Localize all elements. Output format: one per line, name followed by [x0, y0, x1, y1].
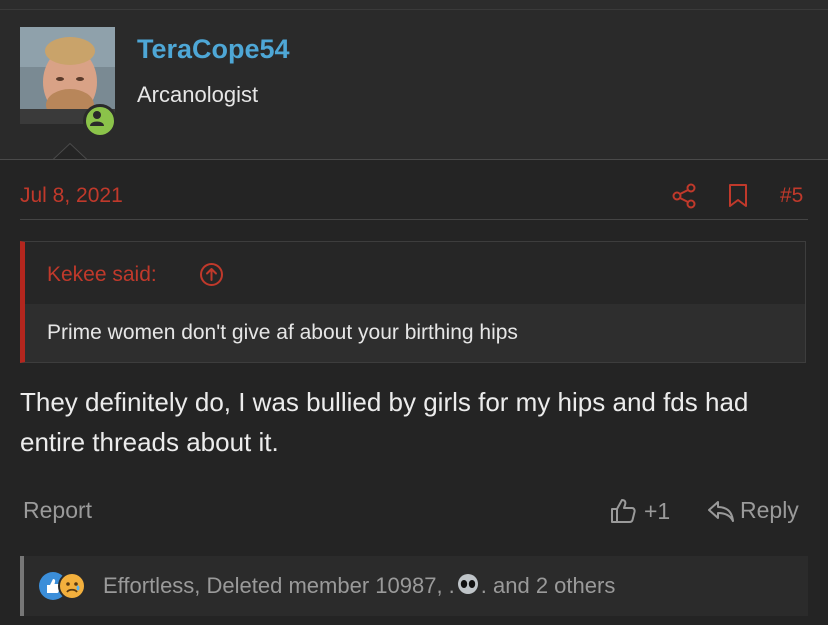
post-number[interactable]: #5: [780, 184, 803, 208]
user-caret: [53, 143, 87, 160]
like-icon[interactable]: [609, 497, 637, 525]
meta-divider: [20, 219, 808, 220]
online-status-icon: [83, 104, 117, 138]
quote-header: Kekee said:: [25, 242, 805, 304]
username[interactable]: TeraCope54: [137, 34, 290, 65]
bookmark-icon[interactable]: [727, 183, 749, 209]
jump-to-quote-icon[interactable]: [199, 262, 224, 287]
user-header: [0, 10, 828, 160]
reply-icon[interactable]: [706, 498, 736, 524]
quote-body: Prime women don't give af about your bir…: [25, 304, 805, 362]
reactions-summary[interactable]: Effortless, Deleted member 10987, . . an…: [103, 573, 615, 599]
reactions-prefix: Effortless, Deleted member 10987, .: [103, 573, 455, 598]
header-divider: [0, 159, 828, 160]
user-title: Arcanologist: [137, 82, 259, 107]
quote-author[interactable]: Kekee said:: [47, 263, 157, 287]
post-date[interactable]: Jul 8, 2021: [20, 184, 123, 208]
reply-button[interactable]: Reply: [740, 497, 799, 524]
post-message: They definitely do, I was bullied by gir…: [20, 387, 749, 457]
top-edge: [0, 0, 828, 10]
quote-block: Kekee said: Prime women don't give af ab…: [20, 241, 806, 363]
like-count[interactable]: +1: [644, 498, 670, 525]
report-link[interactable]: Report: [23, 497, 92, 524]
share-icon[interactable]: [671, 183, 697, 209]
quote-text: Prime women don't give af about your bir…: [47, 321, 518, 344]
alien-emoji-icon: [457, 574, 478, 594]
reactions-bar[interactable]: Effortless, Deleted member 10987, . . an…: [20, 556, 808, 616]
reactions-suffix: . and 2 others: [480, 573, 616, 598]
sad-reaction-icon: [58, 572, 86, 600]
